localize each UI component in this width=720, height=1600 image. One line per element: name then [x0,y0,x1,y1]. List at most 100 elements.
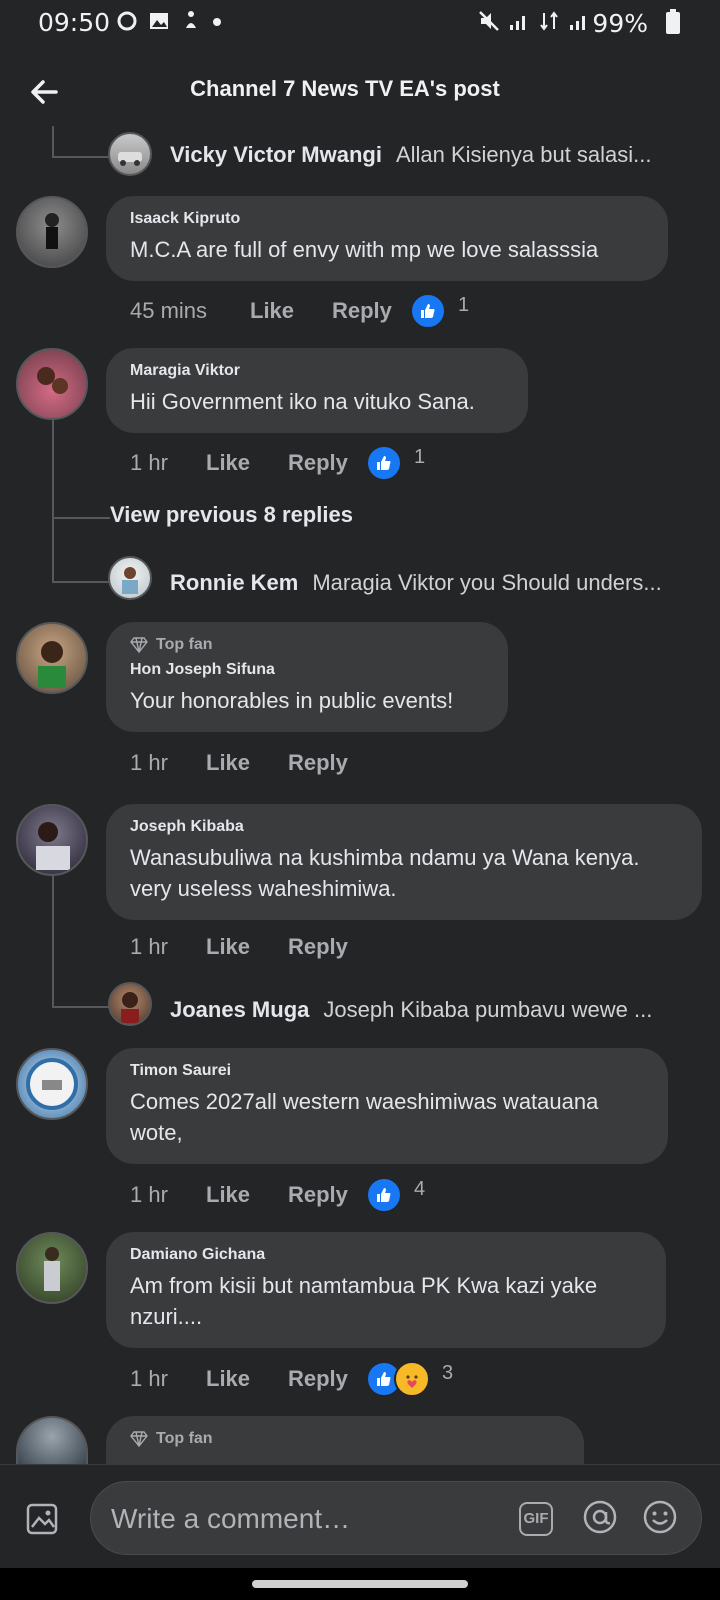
diamond-icon [130,637,148,653]
reply-button[interactable]: Reply [332,298,410,324]
like-button[interactable]: Like [206,1182,288,1208]
emoji-icon [643,1500,677,1534]
gallery-icon [150,13,168,29]
comment-bubble[interactable]: Top fan [106,1416,584,1464]
reply-button[interactable]: Reply [288,750,366,776]
comment-bubble[interactable]: Joseph Kibaba Wanasubuliwa na kushimba n… [106,804,702,920]
comment-input-container[interactable]: GIF [90,1481,702,1556]
comment-actions: 1 hr Like Reply 4 [130,1177,425,1213]
reaction-count: 1 [458,293,470,316]
comment-author[interactable]: Damiano Gichana [130,1246,642,1264]
reactions[interactable]: 4 [366,1177,425,1213]
like-reaction-icon [366,445,402,481]
comment-text: Your honorables in public events! [130,688,454,713]
avatar[interactable] [16,1416,88,1464]
signal-icon [510,16,525,30]
status-system-icons [478,10,590,32]
comment-time: 1 hr [130,1366,168,1391]
reply-button[interactable]: Reply [288,1366,366,1392]
mention-button[interactable] [581,1498,619,1536]
comment-text: M.C.A are full of envy with mp we love s… [130,237,599,262]
gif-button[interactable]: GIF [519,1502,553,1536]
home-gesture-handle[interactable] [252,1580,468,1588]
comment-bubble[interactable]: Isaack Kipruto M.C.A are full of envy wi… [106,196,668,281]
reply-author[interactable]: Ronnie Kem [170,570,298,596]
like-button[interactable]: Like [206,450,288,476]
status-notification-icons [116,10,222,32]
comment-author[interactable]: Joseph Kibaba [130,818,678,836]
status-bar: 09:50 99% [0,0,720,46]
comment-bubble[interactable]: Top fan Hon Joseph Sifuna Your honorable… [106,622,508,732]
comment-author[interactable]: Hon Joseph Sifuna [130,661,484,679]
reply-preview[interactable]: Vicky Victor Mwangi Allan Kisienya but s… [170,142,652,168]
thread-connector [52,420,110,519]
comment-bubble[interactable]: Timon Saurei Comes 2027all western waesh… [106,1048,668,1164]
mute-icon [479,11,499,31]
reaction-count: 4 [414,1177,426,1200]
like-button[interactable]: Like [206,934,288,960]
sync-icon [117,11,137,31]
comment-text: Am from kisii but namtambua PK Kwa kazi … [130,1273,598,1329]
top-fan-label: Top fan [156,1430,213,1447]
avatar[interactable] [16,1232,88,1304]
top-fan-badge: Top fan [130,636,484,654]
comment-time: 1 hr [130,934,168,959]
status-time: 09:50 [38,8,111,37]
reply-preview[interactable]: Ronnie Kem Maragia Viktor you Should und… [170,570,662,596]
avatar[interactable] [16,804,88,876]
photo-icon [26,1503,58,1535]
comment-author[interactable]: Timon Saurei [130,1062,644,1080]
accessibility-icon [186,11,196,28]
comment-actions: 1 hr Like Reply 3 [130,1361,453,1397]
reactions[interactable]: 1 [410,293,469,329]
like-reaction-icon [366,1177,402,1213]
reply-author[interactable]: Vicky Victor Mwangi [170,142,382,168]
reply-text: Maragia Viktor you Should unders... [312,570,662,595]
emoji-button[interactable] [641,1498,679,1536]
comment-time: 45 mins [130,298,208,323]
like-button[interactable]: Like [250,298,332,324]
top-fan-label: Top fan [156,636,213,653]
avatar[interactable] [16,1048,88,1120]
avatar[interactable] [16,622,88,694]
battery-percent: 99% [592,9,648,38]
comment-bubble[interactable]: Damiano Gichana Am from kisii but namtam… [106,1232,666,1348]
comment-input[interactable] [109,1482,493,1556]
avatar[interactable] [108,132,152,176]
thread-connector [52,126,110,158]
reply-button[interactable]: Reply [288,934,366,960]
reaction-count: 3 [442,1361,454,1384]
photo-button[interactable] [24,1499,64,1539]
comment-text: Comes 2027all western waeshimiwas wataua… [130,1089,599,1145]
reactions[interactable]: 1 [366,445,425,481]
comment-text: Wanasubuliwa na kushimba ndamu ya Wana k… [130,845,640,901]
comment-author[interactable]: Isaack Kipruto [130,210,644,228]
reactions[interactable]: 3 [366,1361,453,1397]
comment-time: 1 hr [130,450,168,475]
signal-icon-2 [570,16,585,30]
reply-text: Joseph Kibaba pumbavu wewe ... [323,997,653,1022]
avatar[interactable] [16,348,88,420]
reaction-count: 1 [414,445,426,468]
like-button[interactable]: Like [206,1366,288,1392]
avatar[interactable] [108,556,152,600]
battery-icon [666,9,680,34]
comment-bubble[interactable]: Maragia Viktor Hii Government iko na vit… [106,348,528,433]
page-title: Channel 7 News TV EA's post [190,76,500,101]
top-fan-badge: Top fan [130,1430,560,1448]
reply-button[interactable]: Reply [288,450,366,476]
avatar[interactable] [108,982,152,1026]
data-icon [540,11,558,31]
view-previous-replies[interactable]: View previous 8 replies [110,502,353,528]
comment-time: 1 hr [130,750,168,775]
reply-button[interactable]: Reply [288,1182,366,1208]
comment-author[interactable]: Maragia Viktor [130,362,504,380]
comment-time: 1 hr [130,1182,168,1207]
like-button[interactable]: Like [206,750,288,776]
reply-preview[interactable]: Joanes Muga Joseph Kibaba pumbavu wewe .… [170,997,652,1023]
diamond-icon [130,1431,148,1447]
avatar[interactable] [16,196,88,268]
reply-author[interactable]: Joanes Muga [170,997,309,1023]
comment-actions: 1 hr Like Reply [130,934,366,960]
thread-connector [52,876,110,1008]
